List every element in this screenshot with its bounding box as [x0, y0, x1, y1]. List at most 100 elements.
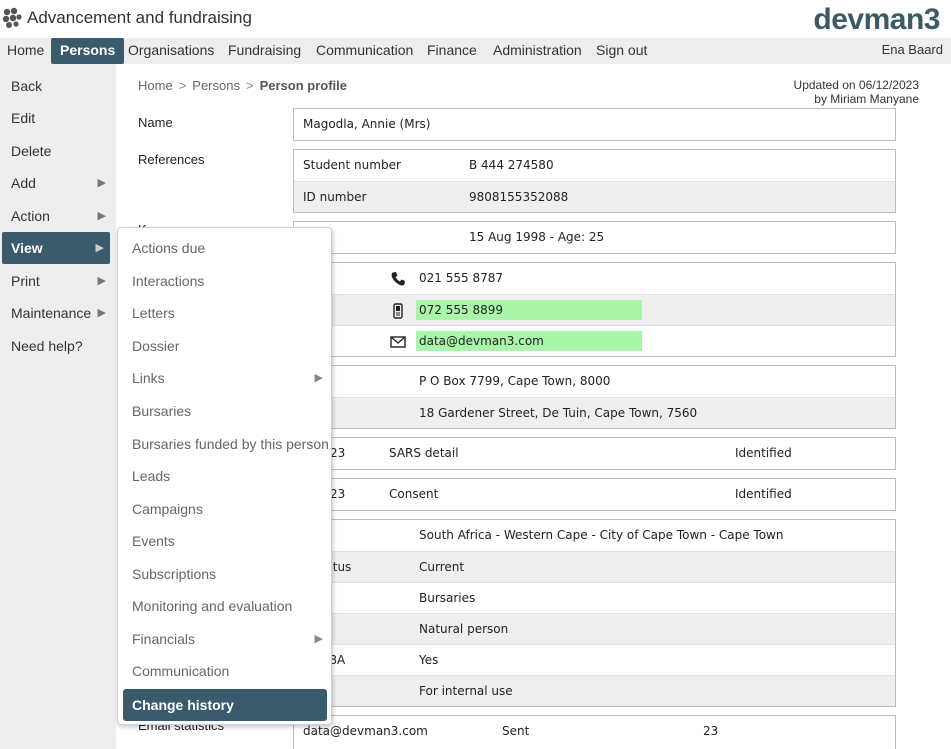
detail-row: tion For internal use: [294, 675, 895, 706]
menu-item-bursaries-funded[interactable]: Bursaries funded by this person: [118, 428, 331, 460]
menu-item-label: Links: [132, 370, 165, 386]
address-row: cal 18 Gardener Street, De Tuin, Cape To…: [294, 397, 895, 428]
brand-logo[interactable]: devman3: [813, 3, 940, 37]
user-name[interactable]: Ena Baard: [882, 38, 943, 62]
detail-value[interactable]: Natural person: [419, 614, 508, 645]
menu-item-subscriptions[interactable]: Subscriptions: [118, 558, 331, 590]
sidebar-item-add[interactable]: Add ▶: [0, 167, 116, 199]
detail-row: ty South Africa - Western Cape - City of…: [294, 520, 895, 551]
sidebar-item-label: Maintenance: [11, 305, 92, 321]
name-label: Name: [138, 115, 173, 130]
sidebar-item-label: Action: [11, 208, 50, 224]
menu-item-communication[interactable]: Communication: [118, 655, 331, 687]
email-stats-status: Sent: [502, 724, 530, 738]
detail-value[interactable]: South Africa - Western Cape - City of Ca…: [419, 520, 783, 551]
phone-value[interactable]: 021 555 8787: [419, 263, 503, 294]
sidebar-item-delete[interactable]: Delete: [0, 135, 116, 167]
sidebar-item-print[interactable]: Print ▶: [0, 265, 116, 297]
name-value[interactable]: Magodla, Annie (Mrs): [303, 109, 430, 140]
reference-value[interactable]: 9808155352088: [469, 182, 568, 213]
email-stats-row: data@devman3.com Sent 23: [294, 716, 895, 747]
menu-item-interactions[interactable]: Interactions: [118, 265, 331, 297]
email-stats-count: 23: [703, 724, 719, 738]
reference-value[interactable]: B 444 274580: [469, 150, 554, 181]
reference-label: ID number: [303, 190, 367, 204]
nav-sign-out[interactable]: Sign out: [596, 38, 647, 64]
menu-item-events[interactable]: Events: [118, 525, 331, 557]
contact-row: 072 555 8899: [294, 294, 895, 325]
menu-item-bursaries[interactable]: Bursaries: [118, 395, 331, 427]
nav-finance[interactable]: Finance: [427, 38, 477, 64]
menu-item-leads[interactable]: Leads: [118, 460, 331, 492]
address-value[interactable]: P O Box 7799, Cape Town, 8000: [419, 366, 610, 397]
detail-value[interactable]: Bursaries: [419, 583, 475, 614]
menu-item-monitoring[interactable]: Monitoring and evaluation: [118, 590, 331, 622]
menu-item-links[interactable]: Links ▶: [118, 362, 331, 394]
consent-box: 2/2023 Consent Identified: [293, 478, 896, 511]
nav-organisations[interactable]: Organisations: [128, 38, 214, 64]
nav-administration[interactable]: Administration: [493, 38, 582, 64]
menu-item-actions-due[interactable]: Actions due: [118, 232, 331, 264]
nav-home[interactable]: Home: [7, 38, 44, 64]
reference-row: ID number 9808155352088: [294, 181, 895, 212]
view-dropdown-menu: Actions due Interactions Letters Dossier…: [117, 227, 332, 725]
chevron-right-icon: ▶: [314, 372, 323, 384]
detail-row: g status Current: [294, 551, 895, 582]
phone-icon: [391, 272, 405, 286]
chevron-right-icon: ▶: [97, 307, 106, 319]
menu-item-dossier[interactable]: Dossier: [118, 330, 331, 362]
sidebar-item-back[interactable]: Back: [0, 70, 116, 102]
sars-status: Identified: [735, 446, 792, 460]
sars-label: SARS detail: [389, 446, 459, 460]
breadcrumb-separator: >: [178, 78, 187, 93]
contact-box: e 021 555 8787 072 555 8899 data@devman3…: [293, 262, 896, 357]
sidebar-item-action[interactable]: Action ▶: [0, 200, 116, 232]
app-logo-icon: [2, 7, 22, 28]
nav-persons[interactable]: Persons: [51, 38, 125, 64]
sidebar-item-view[interactable]: View ▶: [2, 232, 110, 264]
menu-item-label: Financials: [132, 631, 196, 647]
menu-item-letters[interactable]: Letters: [118, 297, 331, 329]
detail-row: type Natural person: [294, 613, 895, 644]
nav-communication[interactable]: Communication: [316, 38, 413, 64]
name-box: Magodla, Annie (Mrs): [293, 108, 896, 141]
sidebar-item-label: Delete: [11, 143, 52, 159]
nav-fundraising[interactable]: Fundraising: [228, 38, 301, 64]
detail-value[interactable]: Yes: [419, 645, 438, 676]
references-label: References: [138, 152, 205, 167]
menu-item-campaigns[interactable]: Campaigns: [118, 493, 331, 525]
chevron-right-icon: ▶: [97, 275, 106, 287]
breadcrumb: Home > Persons > Person profile: [138, 78, 347, 93]
sidebar-item-edit[interactable]: Edit: [0, 102, 116, 134]
app-title: Advancement and fundraising: [27, 8, 252, 27]
detail-value[interactable]: For internal use: [419, 676, 513, 707]
updated-date: Updated on 06/12/2023: [793, 78, 919, 92]
chevron-right-icon: ▶: [97, 177, 106, 189]
updated-info: Updated on 06/12/2023 by Miriam Manyane: [794, 78, 919, 106]
detail-value[interactable]: Current: [419, 552, 464, 583]
reference-row: Student number B 444 274580: [294, 150, 895, 181]
sidebar-item-label: Need help?: [11, 338, 83, 354]
sidebar-item-need-help[interactable]: Need help?: [0, 330, 116, 362]
sidebar-item-label: Edit: [11, 110, 36, 126]
email-value[interactable]: data@devman3.com: [416, 331, 642, 351]
menu-item-change-history[interactable]: Change history: [123, 689, 327, 721]
birth-row: date 15 Aug 1998 - Age: 25: [294, 222, 895, 253]
breadcrumb-persons[interactable]: Persons: [192, 78, 240, 93]
mobile-value[interactable]: 072 555 8899: [416, 300, 642, 320]
address-box: l P O Box 7799, Cape Town, 8000 cal 18 G…: [293, 365, 896, 429]
email-stats-box: data@devman3.com Sent 23: [293, 715, 896, 749]
contact-row: e 021 555 8787: [294, 263, 895, 294]
sidebar-item-maintenance[interactable]: Maintenance ▶: [0, 297, 116, 329]
detail-row: on 18A Yes: [294, 644, 895, 675]
birth-value[interactable]: 15 Aug 1998 - Age: 25: [469, 222, 604, 253]
consent-row: 2/2023 Consent Identified: [294, 479, 895, 510]
mobile-icon: [393, 303, 403, 319]
name-row: Magodla, Annie (Mrs): [294, 109, 895, 140]
chevron-right-icon: ▶: [314, 633, 323, 645]
breadcrumb-home[interactable]: Home: [138, 78, 173, 93]
address-value[interactable]: 18 Gardener Street, De Tuin, Cape Town, …: [419, 398, 697, 429]
references-box: Student number B 444 274580 ID number 98…: [293, 149, 896, 213]
sidebar-item-label: View: [11, 240, 43, 256]
menu-item-financials[interactable]: Financials ▶: [118, 623, 331, 655]
